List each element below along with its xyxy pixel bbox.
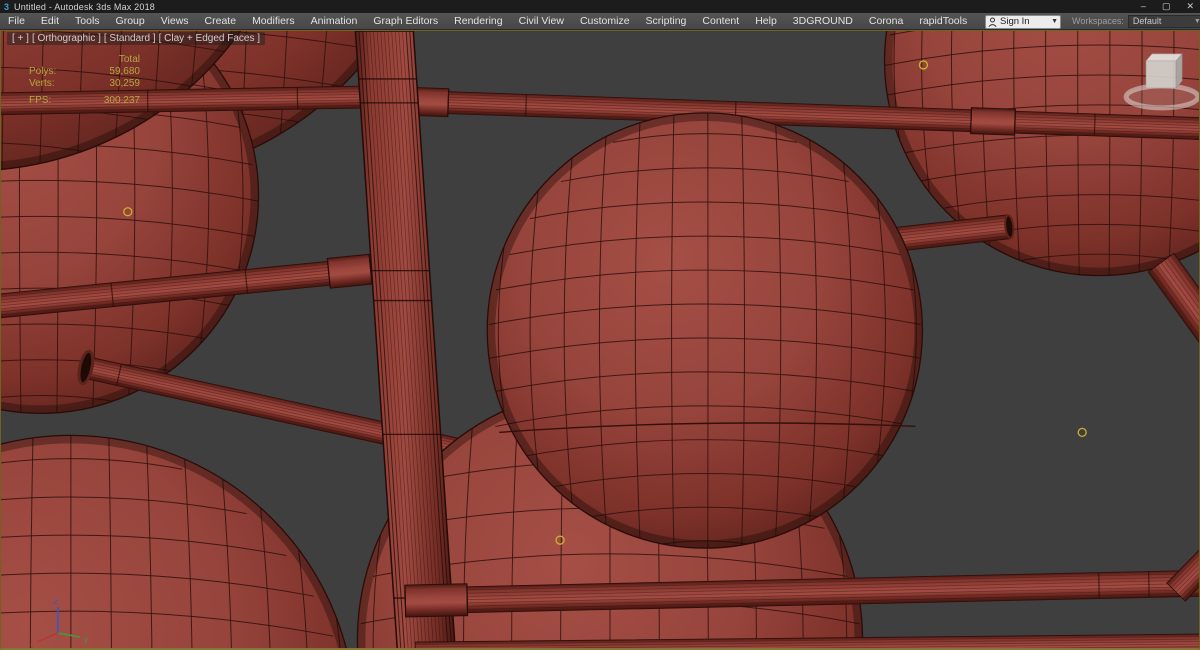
axis-x-label: x [30,642,34,648]
minimize-button[interactable]: – [1141,0,1146,13]
stats-verts-label: Verts: [29,78,55,89]
menu-animation[interactable]: Animation [303,13,366,29]
menu-content[interactable]: Content [694,13,747,29]
sphere-object [486,112,924,549]
menu-rendering[interactable]: Rendering [446,13,510,29]
menu-customize[interactable]: Customize [572,13,638,29]
workspace-dropdown[interactable]: Default ▼ [1127,14,1200,28]
menu-help[interactable]: Help [747,13,785,29]
sphere-object [1,434,347,648]
viewport: x y z [ + ] [ Orthographic ] [ Standard … [0,30,1200,650]
menu-file[interactable]: File [0,13,33,29]
axis-y-label: y [84,635,88,644]
menu-corona[interactable]: Corona [861,13,911,29]
axis-z-label: z [54,597,58,606]
stats-total-header: Total [118,54,140,65]
stats-fps-value: 300.237 [103,95,140,106]
yellow-circle-marker [1077,427,1087,437]
menu-edit[interactable]: Edit [33,13,67,29]
chevron-down-icon[interactable]: ▼ [1051,18,1058,25]
close-button[interactable]: ✕ [1186,0,1194,13]
chevron-down-icon: ▼ [1193,17,1200,25]
sign-in-label: Sign In [1000,16,1030,27]
viewport-menu-general[interactable]: [ + ] [12,33,29,44]
viewport-menu-pov[interactable]: [ Orthographic ] [32,33,101,44]
menu-tools[interactable]: Tools [67,13,108,29]
workspace-value: Default [1132,16,1162,26]
stats-fps-label: FPS: [29,95,52,106]
menu-3dground[interactable]: 3DGROUND [785,13,861,29]
window-title: Untitled - Autodesk 3ds Max 2018 [14,1,155,12]
menu-civil-view[interactable]: Civil View [511,13,572,29]
menu-rapidtools[interactable]: rapidTools [911,13,975,29]
stats-verts-value: 30,259 [109,78,140,89]
menu-create[interactable]: Create [197,13,245,29]
menu-views[interactable]: Views [153,13,197,29]
stats-polys-value: 59,680 [109,66,140,77]
viewport-menu-shading[interactable]: [ Clay + Edged Faces ] [159,33,260,44]
pipe-object [1147,252,1199,367]
viewcube-front-face[interactable] [1145,60,1177,89]
person-icon [988,17,997,27]
model-geometry[interactable] [1,31,1199,648]
vertical-sprue-object [354,31,456,648]
menu-scripting[interactable]: Scripting [638,13,695,29]
workspaces-control: Workspaces: Default ▼ [1072,14,1200,28]
viewport-menu-renderer[interactable]: [ Standard ] [104,33,156,44]
viewport-label: [ + ] [ Orthographic ] [ Standard ] [ Cl… [7,32,266,45]
sign-in-button[interactable]: Sign In ▼ [985,14,1061,29]
title-bar: 3 Untitled - Autodesk 3ds Max 2018 – ▢ ✕ [0,0,1200,13]
menu-graph-editors[interactable]: Graph Editors [365,13,446,29]
menu-group[interactable]: Group [108,13,153,29]
workspaces-label: Workspaces: [1072,16,1124,26]
3dsmax-app-icon: 3 [4,1,10,12]
viewcube-compass-ring[interactable] [1123,83,1199,111]
maximize-button[interactable]: ▢ [1162,0,1171,13]
stats-polys-label: Polys: [29,66,57,77]
viewport-canvas[interactable]: x y z [1,31,1199,648]
menu-modifiers[interactable]: Modifiers [244,13,303,29]
